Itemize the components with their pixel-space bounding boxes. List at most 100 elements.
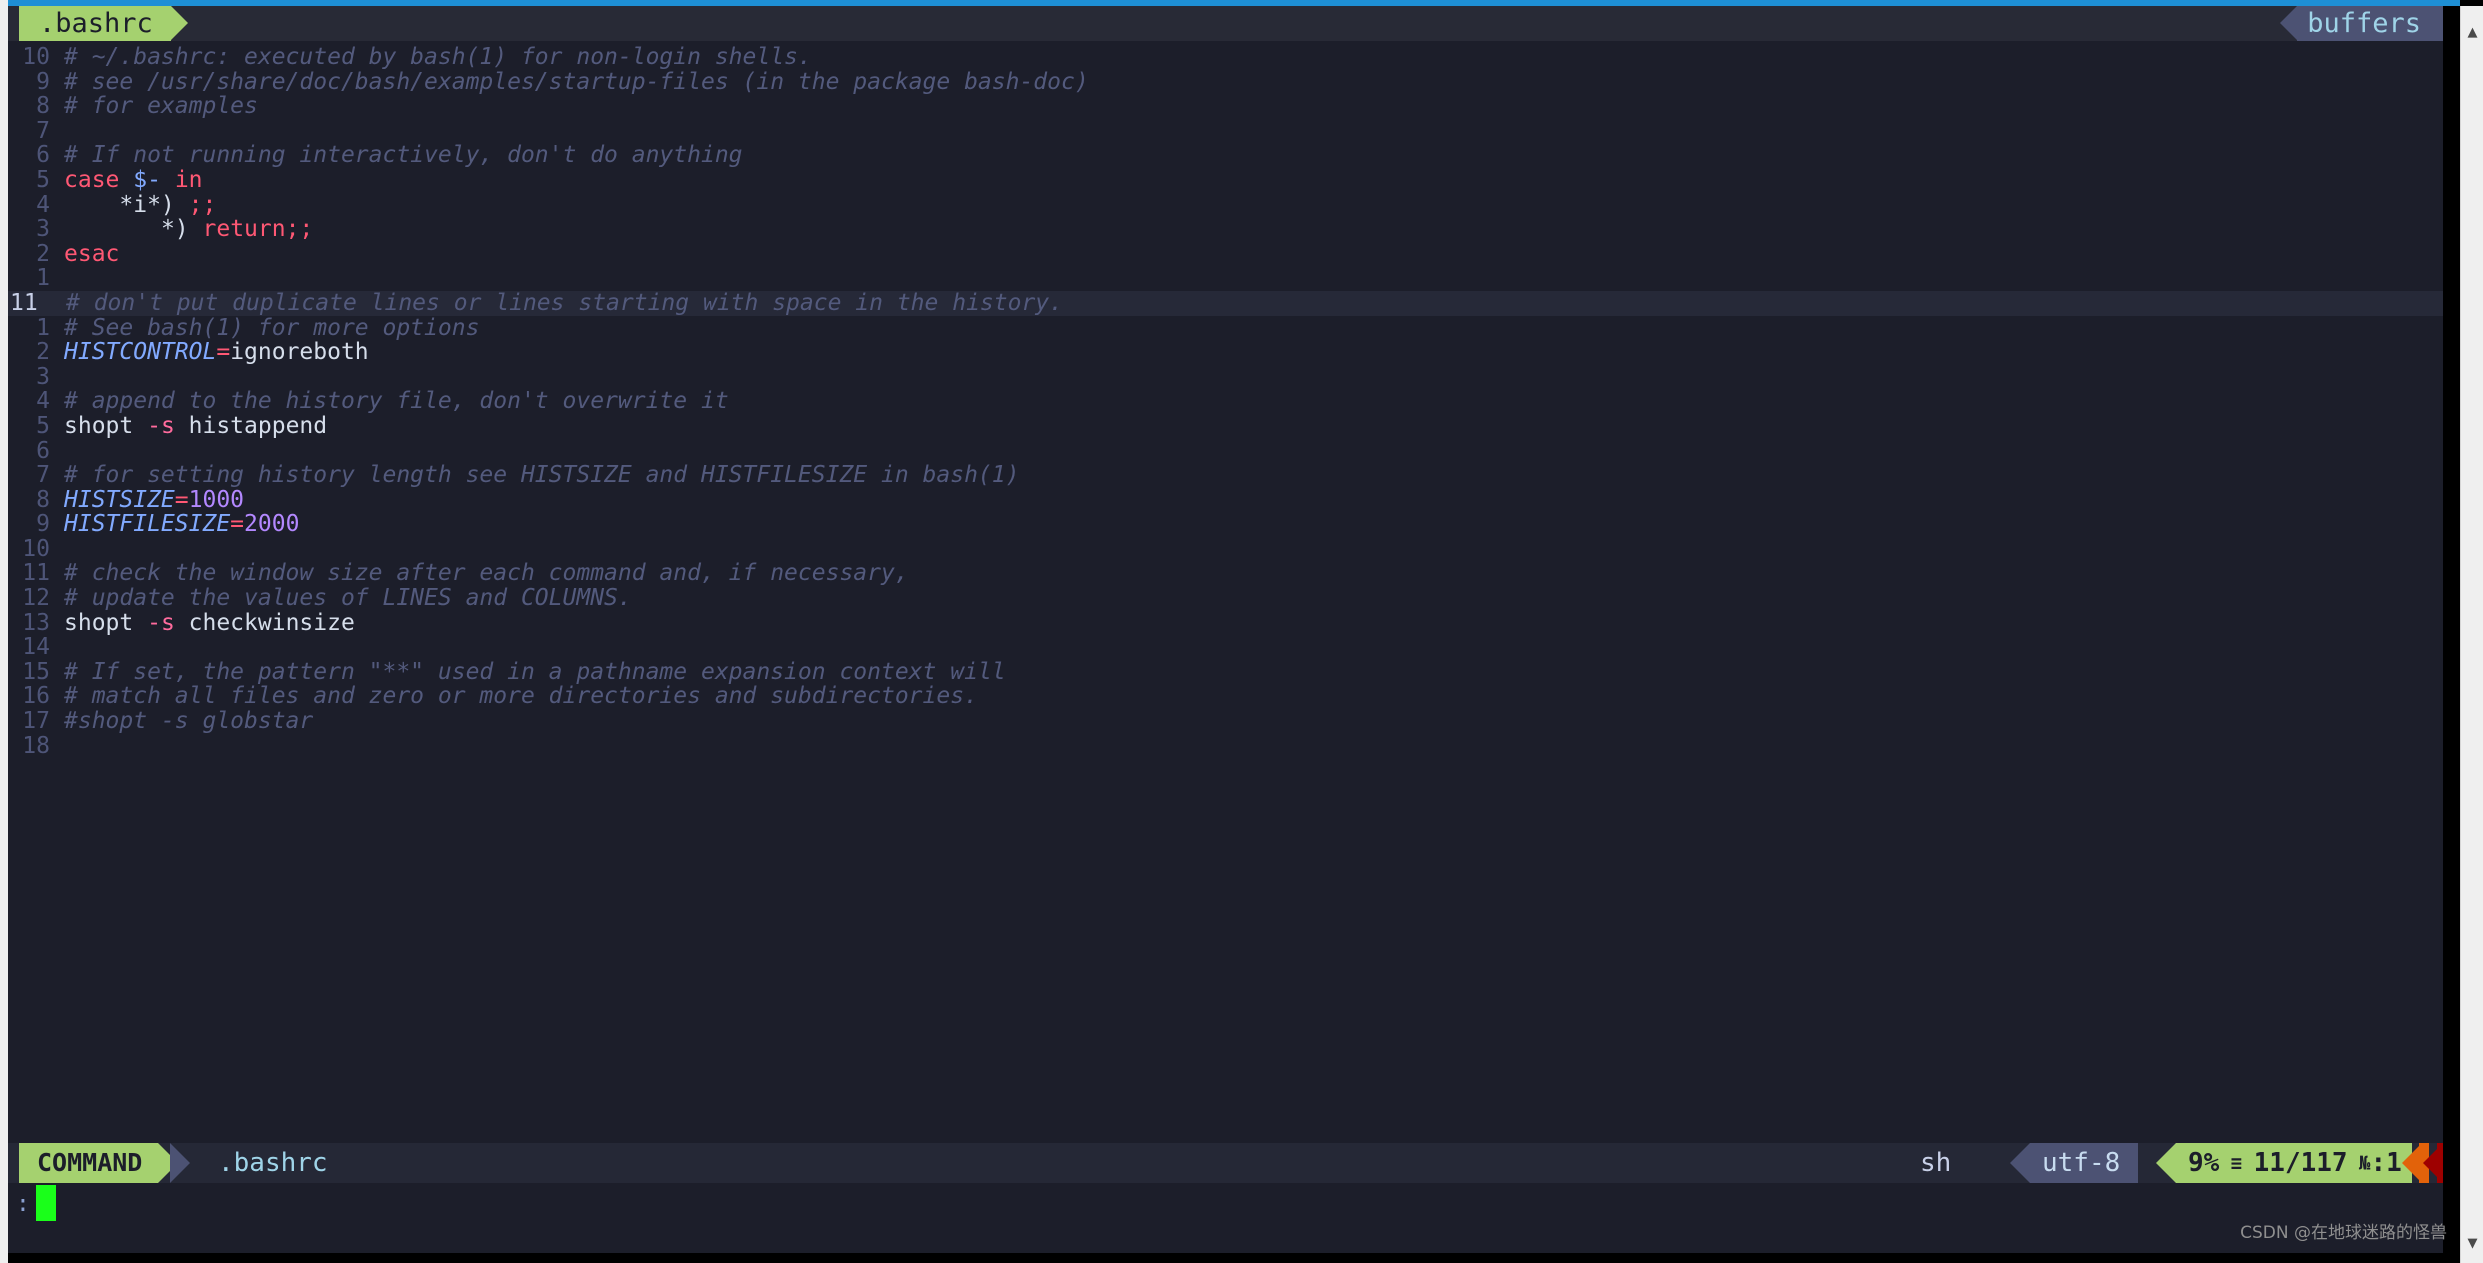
code-line[interactable]: 7 <box>8 119 2443 144</box>
line-number: 5 <box>36 166 50 193</box>
code-token: in <box>174 166 203 193</box>
code-line[interactable]: 5 shopt -s histappend <box>8 414 2443 439</box>
code-line[interactable]: 18 <box>8 734 2443 759</box>
code-line[interactable]: 14 <box>8 635 2443 660</box>
code-token: # update the values of LINES and COLUMNS… <box>64 585 632 612</box>
line-number: 6 <box>36 437 50 464</box>
code-line[interactable]: 8 HISTSIZE=1000 <box>8 486 2443 513</box>
code-line[interactable]: 15 # If set, the pattern "**" used in a p… <box>8 660 2443 685</box>
scroll-down-arrow-icon[interactable]: ▼ <box>2461 1231 2483 1257</box>
status-filetype: sh <box>1920 1148 1952 1178</box>
line-text: HISTSIZE=1000 <box>64 486 245 513</box>
line-number: 15 <box>22 658 50 685</box>
code-line[interactable]: 3 *) return;; <box>8 217 2443 242</box>
code-line[interactable]: 16 # match all files and zero or more dir… <box>8 684 2443 709</box>
code-line[interactable]: 17 #shopt -s globstar <box>8 709 2443 734</box>
line-number: 5 <box>36 412 50 439</box>
line-text: # check the window size after each comma… <box>64 561 909 586</box>
code-token: *i*) <box>119 191 175 218</box>
tab-bashrc[interactable]: .bashrc <box>19 6 188 41</box>
command-line[interactable]: : <box>8 1183 2443 1225</box>
code-line[interactable]: 2 HISTCONTROL=ignoreboth <box>8 340 2443 365</box>
line-number: 1 <box>36 265 50 292</box>
line-text: # See bash(1) for more options <box>64 315 479 341</box>
line-text: HISTCONTROL=ignoreboth <box>64 340 369 365</box>
line-number: 10 <box>22 44 50 70</box>
vim-editor[interactable]: .bashrc buffers 10 # ~/.bashrc: executed … <box>8 6 2443 1263</box>
code-line[interactable]: 6 <box>8 437 2443 464</box>
line-text: # If set, the pattern "**" used in a pat… <box>64 660 1006 685</box>
window-scrollbar[interactable]: ▲ ▼ <box>2460 6 2483 1263</box>
code-token: ;; <box>188 191 217 218</box>
window-bottom-edge <box>8 1253 2443 1263</box>
code-line[interactable]: 2 esac <box>8 240 2443 267</box>
line-text: # match all files and zero or more direc… <box>64 684 978 709</box>
code-token: return;; <box>202 216 314 243</box>
line-text: *i*) ;; <box>64 191 217 218</box>
code-token: # for setting history length see HISTSIZ… <box>64 462 1020 489</box>
line-text: case $- in <box>64 168 203 193</box>
code-line[interactable]: 3 <box>8 365 2443 390</box>
line-number: 16 <box>22 683 50 710</box>
status-filename: .bashrc <box>218 1148 328 1178</box>
code-line[interactable]: 1 # See bash(1) for more options <box>8 315 2443 341</box>
line-number: 14 <box>22 634 50 661</box>
code-token: esac <box>64 240 120 267</box>
code-line[interactable]: 10 <box>8 537 2443 562</box>
code-line[interactable]: 11 # check the window size after each com… <box>8 561 2443 586</box>
lines-symbol-icon: ≡ <box>2219 1152 2254 1175</box>
column-symbol-icon: № <box>2347 1152 2371 1175</box>
code-token: HISTFILESIZE <box>64 511 231 538</box>
code-line[interactable]: 4 *i*) ;; <box>8 191 2443 218</box>
code-line[interactable]: 1 <box>8 266 2443 291</box>
mode-arrow-secondary-icon <box>170 1143 190 1183</box>
code-line[interactable]: 7 # for setting history length see HISTSI… <box>8 463 2443 488</box>
code-line[interactable]: 5 case $- in <box>8 168 2443 193</box>
line-text: # don't put duplicate lines or lines sta… <box>66 291 1063 316</box>
code-line[interactable]: 10 # ~/.bashrc: executed by bash(1) for n… <box>8 45 2443 70</box>
code-line[interactable]: 12 # update the values of LINES and COLUM… <box>8 586 2443 611</box>
scroll-up-arrow-icon[interactable]: ▲ <box>2461 20 2483 46</box>
code-line-current[interactable]: 11 # don't put duplicate lines or lines s… <box>8 291 2443 316</box>
line-text: # If not running interactively, don't do… <box>64 143 743 168</box>
code-token: = <box>216 339 231 366</box>
statusline: COMMAND .bashrc sh utf-8 9% ≡ 11/117 №:1 <box>8 1143 2443 1183</box>
status-line-ratio: 11/117 <box>2253 1148 2348 1178</box>
status-encoding: utf-8 <box>2009 1143 2139 1183</box>
watermark: CSDN @在地球迷路的怪兽 <box>2240 1223 2447 1243</box>
line-number: 10 <box>22 535 50 562</box>
line-text: # append to the history file, don't over… <box>64 389 729 414</box>
line-number: 4 <box>36 191 50 218</box>
status-position: 9% ≡ 11/117 №:1 <box>2156 1143 2412 1183</box>
line-text: # update the values of LINES and COLUMNS… <box>64 586 632 611</box>
mode-indicator: COMMAND <box>19 1143 159 1183</box>
line-number: 17 <box>22 708 50 735</box>
line-number: 4 <box>36 388 50 415</box>
command-prompt: : <box>16 1191 30 1217</box>
code-line[interactable]: 4 # append to the history file, don't ove… <box>8 389 2443 414</box>
code-token: = <box>230 511 245 538</box>
code-line[interactable]: 8 # for examples <box>8 94 2443 119</box>
code-token: # check the window size after each comma… <box>64 560 909 587</box>
tabline: .bashrc buffers <box>8 6 2443 41</box>
line-text: # see /usr/share/doc/bash/examples/start… <box>64 69 1089 95</box>
code-line[interactable]: 9 # see /usr/share/doc/bash/examples/star… <box>8 69 2443 95</box>
status-chevron-orange-icon <box>2402 1143 2422 1183</box>
code-line[interactable]: 9 HISTFILESIZE=2000 <box>8 512 2443 537</box>
code-token: # match all files and zero or more direc… <box>64 683 978 710</box>
code-area[interactable]: 10 # ~/.bashrc: executed by bash(1) for n… <box>8 41 2443 1143</box>
code-token: # If set, the pattern "**" used in a pat… <box>64 658 1006 685</box>
code-token: HISTCONTROL <box>64 339 217 366</box>
code-token: 1000 <box>188 486 245 513</box>
code-line[interactable]: 13 shopt -s checkwinsize <box>8 609 2443 636</box>
buffers-indicator[interactable]: buffers <box>2280 6 2443 41</box>
code-line[interactable]: 6 # If not running interactively, don't d… <box>8 143 2443 168</box>
code-token: shopt <box>64 609 148 636</box>
code-token: # ~/.bashrc: executed by bash(1) for non… <box>64 44 812 70</box>
line-text: esac <box>64 240 120 267</box>
code-token: # for examples <box>64 93 258 120</box>
